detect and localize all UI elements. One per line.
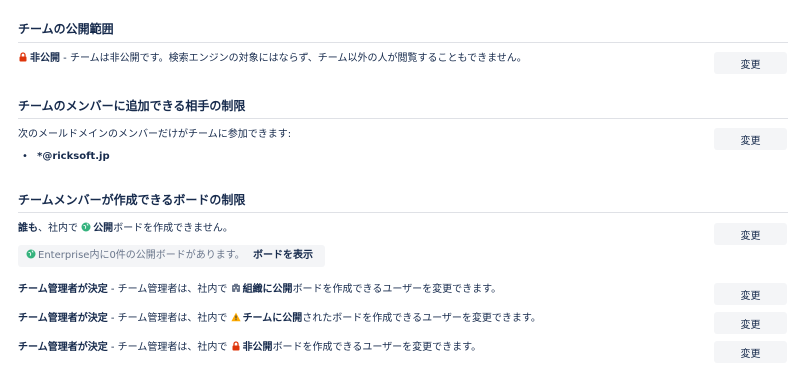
rule-pre: - チーム管理者は、社内で [107,313,231,324]
change-visibility-button[interactable]: 変更 [714,52,787,74]
org-public-board-rule: チーム管理者が決定 - チーム管理者は、社内で 組織に公開ボードを作成できるユー… [18,283,501,297]
visibility-description: 非公開 - チームは非公開です。検索エンジンの対象にはならず、チーム以外の人が閲… [18,52,527,66]
rule-who: チーム管理者が決定 [18,313,108,324]
lock-icon [231,341,241,351]
view-boards-link[interactable]: ボードを表示 [253,249,313,263]
change-org-public-button[interactable]: 変更 [714,283,787,305]
globe-icon [81,222,91,232]
public-board-scope: 公開 [93,223,114,234]
change-private-button[interactable]: 変更 [714,341,787,363]
change-member-restriction-button[interactable]: 変更 [714,128,787,150]
building-icon [231,283,241,293]
allowed-domain: *@ricksoft.jp [37,151,110,162]
public-board-tail: ボードを作成できません。 [113,223,233,234]
divider [18,42,788,43]
visibility-private-label: 非公開 [30,53,60,64]
section-title-member-restriction: チームのメンバーに追加できる相手の制限 [18,99,246,113]
public-board-who: 誰も [18,223,38,234]
bullet-dot: • [22,151,28,162]
rule-pre: - チーム管理者は、社内で [107,284,231,295]
public-board-rule: 誰も、社内で 公開ボードを作成できません。 [18,222,233,236]
banner-message: Enterprise内に0件の公開ボードがあります。 [26,249,245,263]
rule-scope: 非公開 [242,342,273,353]
member-restriction-description: 次のメールドメインのメンバーだけがチームに参加できます: [18,129,292,140]
divider [18,118,788,119]
visibility-private-desc: - チームは非公開です。検索エンジンの対象にはならず、チーム以外の人が閲覧するこ… [60,53,527,64]
rule-who: チーム管理者が決定 [18,284,108,295]
banner-text: Enterprise内に0件の公開ボードがあります。 [38,250,245,261]
change-public-board-button[interactable]: 変更 [714,223,787,245]
allowed-domain-item: • *@ricksoft.jp [22,150,110,164]
rule-post: ボードを作成できるユーザーを変更できます。 [272,342,482,353]
rule-post: ボードを作成できるユーザーを変更できます。 [292,284,502,295]
lock-icon [18,52,28,62]
rule-who: チーム管理者が決定 [18,342,108,353]
change-team-public-button[interactable]: 変更 [714,312,787,334]
private-board-rule: チーム管理者が決定 - チーム管理者は、社内で 非公開ボードを作成できるユーザー… [18,341,481,355]
public-board-info-banner: Enterprise内に0件の公開ボードがあります。 ボードを表示 [18,245,325,267]
globe-icon [26,249,36,259]
public-board-mid: 、社内で [38,223,82,234]
rule-pre: - チーム管理者は、社内で [107,342,231,353]
team-public-board-rule: チーム管理者が決定 - チーム管理者は、社内で チームに公開されたボードを作成で… [18,312,541,326]
divider [18,212,788,213]
rule-post: されたボードを作成できるユーザーを変更できます。 [302,313,541,324]
rule-scope: チームに公開 [242,313,303,324]
team-warning-icon [230,312,241,322]
section-title-board-restriction: チームメンバーが作成できるボードの制限 [18,193,246,207]
section-title-visibility: チームの公開範囲 [18,22,114,36]
rule-scope: 組織に公開 [242,284,293,295]
